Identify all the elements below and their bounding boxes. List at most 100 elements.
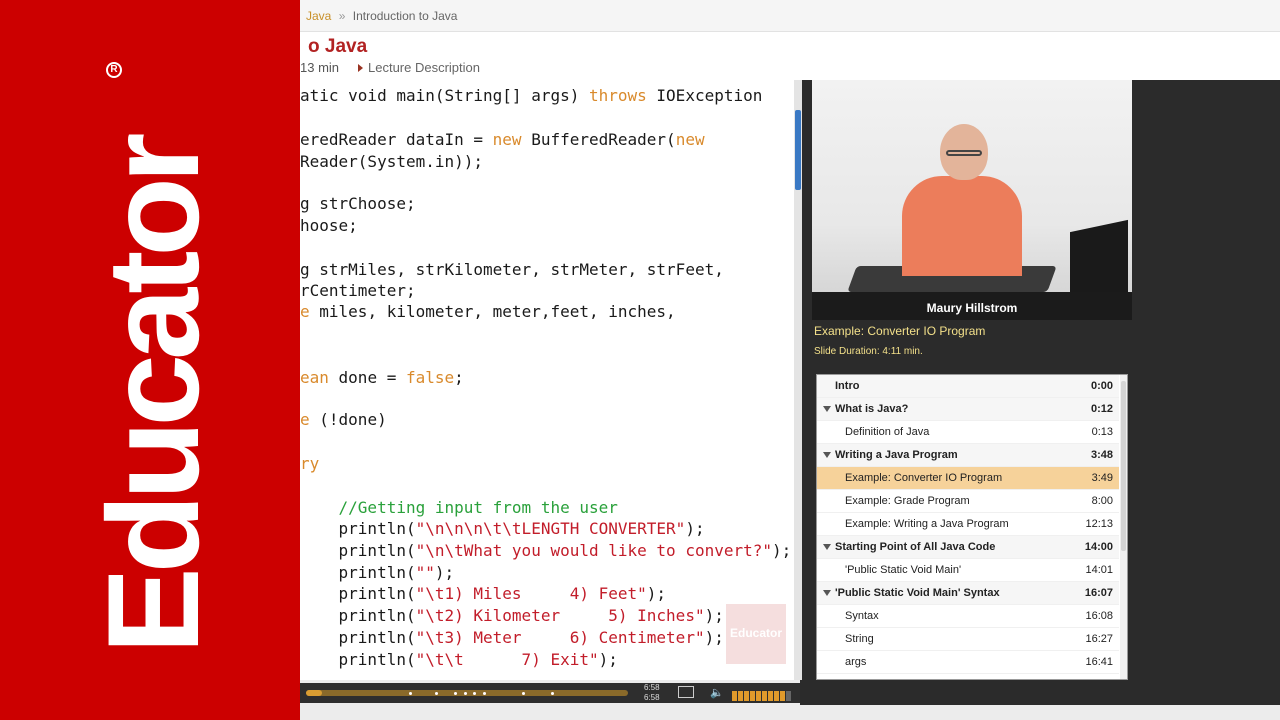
presenter-glasses bbox=[946, 150, 982, 156]
chapter-label: Intro bbox=[835, 380, 860, 392]
chapter-item-row[interactable]: 'Public Static Void Main' 14:01 bbox=[817, 559, 1119, 582]
chapter-timestamp: 16:07 bbox=[1084, 587, 1113, 599]
chapter-marker[interactable] bbox=[409, 692, 413, 695]
chapter-item-row[interactable]: Example: Converter IO Program 3:49 bbox=[817, 467, 1119, 490]
speaker-icon[interactable]: 🔈 bbox=[710, 686, 724, 699]
slide-scrollbar-thumb[interactable] bbox=[795, 110, 801, 190]
code-token: g strChoose; bbox=[300, 194, 416, 213]
code-token: //Getting input from the user bbox=[300, 498, 618, 517]
volume-slider[interactable] bbox=[732, 688, 794, 701]
code-token: ); bbox=[704, 628, 724, 647]
code-token: new bbox=[492, 130, 522, 149]
lecture-description-toggle[interactable]: Lecture Description bbox=[358, 60, 480, 75]
slide-scrollbar[interactable] bbox=[794, 80, 802, 680]
collapse-arrow-icon[interactable] bbox=[823, 406, 831, 412]
code-token: ; bbox=[454, 368, 464, 387]
chapter-timestamp: 0:00 bbox=[1090, 380, 1113, 392]
code-line: g strChoose; bbox=[300, 194, 416, 213]
code-token: "\t3) Meter 6) Centimeter" bbox=[415, 628, 705, 647]
chapter-section-row[interactable]: What is Java? 0:12 bbox=[817, 398, 1119, 421]
code-token: BufferedReader( bbox=[521, 130, 676, 149]
chapter-section-row[interactable]: Intro 0:00 bbox=[817, 375, 1119, 398]
chapter-marker[interactable] bbox=[550, 692, 554, 695]
code-line: ry bbox=[300, 454, 319, 473]
volume-segment bbox=[762, 691, 767, 701]
chapter-label: What is Java? bbox=[835, 403, 909, 415]
presenter-video[interactable]: Maury Hillstrom bbox=[812, 80, 1132, 320]
chapter-marker[interactable] bbox=[483, 692, 487, 695]
chapter-marker[interactable] bbox=[463, 692, 467, 695]
code-token: g strMiles, strKilometer, strMeter, strF… bbox=[300, 260, 724, 279]
code-line: hoose; bbox=[300, 216, 358, 235]
collapse-arrow-icon[interactable] bbox=[823, 452, 831, 458]
chapter-label: Example: Converter IO Program bbox=[845, 472, 1003, 484]
chapter-label: Example: Writing a Java Program bbox=[845, 518, 1009, 530]
volume-segment bbox=[738, 691, 743, 701]
chapter-label: Definition of Java bbox=[845, 426, 930, 438]
volume-segment bbox=[768, 691, 773, 701]
chapter-item-row[interactable]: Example: Grade Program 8:00 bbox=[817, 490, 1119, 513]
chapter-list-scrollbar[interactable] bbox=[1120, 375, 1127, 679]
breadcrumb-link-java[interactable]: Java bbox=[306, 9, 331, 23]
code-token: done = bbox=[328, 368, 406, 387]
chapter-timestamp: 14:01 bbox=[1085, 564, 1113, 576]
code-token: println( bbox=[300, 628, 416, 647]
chapter-marker[interactable] bbox=[521, 692, 525, 695]
total-time: 6:58 bbox=[644, 693, 660, 702]
code-token: ean bbox=[300, 368, 329, 387]
code-token: ); bbox=[704, 606, 724, 625]
volume-segment bbox=[756, 691, 761, 701]
chapter-marker[interactable] bbox=[434, 692, 438, 695]
page-title: o Java bbox=[308, 36, 368, 57]
code-line: Reader(System.in)); bbox=[300, 152, 483, 171]
chapter-section-row[interactable]: Writing a Java Program 3:48 bbox=[817, 444, 1119, 467]
expand-triangle-icon bbox=[358, 64, 363, 72]
code-token: ); bbox=[685, 519, 705, 538]
chapter-marker[interactable] bbox=[473, 692, 477, 695]
code-token: "\t\t 7) Exit" bbox=[415, 650, 599, 669]
chapter-list: Intro 0:00 What is Java? 0:12 Definition of … bbox=[816, 374, 1128, 680]
chapter-list-scroll-thumb[interactable] bbox=[1121, 381, 1126, 551]
chapter-item-row[interactable]: args 16:41 bbox=[817, 651, 1119, 674]
chapter-item-row[interactable]: Definition of Java 0:13 bbox=[817, 421, 1119, 444]
chapter-section-row[interactable]: Starting Point of All Java Code 14:00 bbox=[817, 536, 1119, 559]
chapter-label: String bbox=[845, 633, 874, 645]
seek-bar[interactable] bbox=[306, 690, 628, 696]
collapse-arrow-icon[interactable] bbox=[823, 544, 831, 550]
collapse-arrow-icon[interactable] bbox=[823, 590, 831, 596]
educator-brand-panel: Educator R bbox=[0, 0, 300, 720]
chapter-label: Starting Point of All Java Code bbox=[835, 541, 996, 553]
code-token: ); bbox=[646, 584, 667, 603]
code-token: e bbox=[300, 410, 310, 429]
code-token: println( bbox=[300, 519, 416, 538]
chapter-item-row[interactable]: Syntax 16:08 bbox=[817, 605, 1119, 628]
code-token: new bbox=[675, 130, 705, 149]
code-token: eredReader dataIn = bbox=[300, 130, 493, 149]
code-token: ); bbox=[434, 563, 455, 582]
code-line: println("\n\n\n\t\tLENGTH CONVERTER"); bbox=[300, 519, 705, 538]
chapter-marker[interactable] bbox=[454, 692, 458, 695]
chapter-item-row[interactable]: String 16:27 bbox=[817, 628, 1119, 651]
fullscreen-icon[interactable] bbox=[678, 686, 694, 698]
code-token: e bbox=[300, 302, 310, 321]
current-slide-title: Example: Converter IO Program bbox=[814, 324, 986, 338]
code-token: "\n\n\n\t\tLENGTH CONVERTER" bbox=[415, 519, 686, 538]
chapter-label: 'Public Static Void Main' bbox=[845, 564, 962, 576]
lecture-duration: 13 min bbox=[300, 60, 340, 75]
code-token: "\t2) Kilometer 5) Inches" bbox=[415, 606, 705, 625]
code-token: Reader(System.in)); bbox=[300, 152, 484, 171]
lecture-player: atic void main(String[] args) throws IOE… bbox=[300, 80, 1280, 720]
chapter-label: Example: Grade Program bbox=[845, 495, 970, 507]
code-token: ); bbox=[598, 650, 618, 669]
code-line: atic void main(String[] args) throws IOE… bbox=[300, 86, 762, 105]
chapter-item-row[interactable]: Example: Writing a Java Program 12:13 bbox=[817, 513, 1119, 536]
lecture-header: o Java 13 min Lecture Description bbox=[300, 32, 1280, 80]
chapter-timestamp: 0:12 bbox=[1090, 403, 1113, 415]
chapter-section-row[interactable]: 'Public Static Void Main' Syntax 16:07 bbox=[817, 582, 1119, 605]
player-controls: 6:58 6:58 🔈 bbox=[300, 683, 800, 703]
volume-segment bbox=[750, 691, 755, 701]
code-token: "\n\tWhat you would like to convert?" bbox=[415, 541, 773, 560]
code-line: println(""); bbox=[300, 563, 455, 582]
code-line: println("\t\t 7) Exit"); bbox=[300, 650, 618, 669]
code-token: ry bbox=[300, 454, 320, 473]
